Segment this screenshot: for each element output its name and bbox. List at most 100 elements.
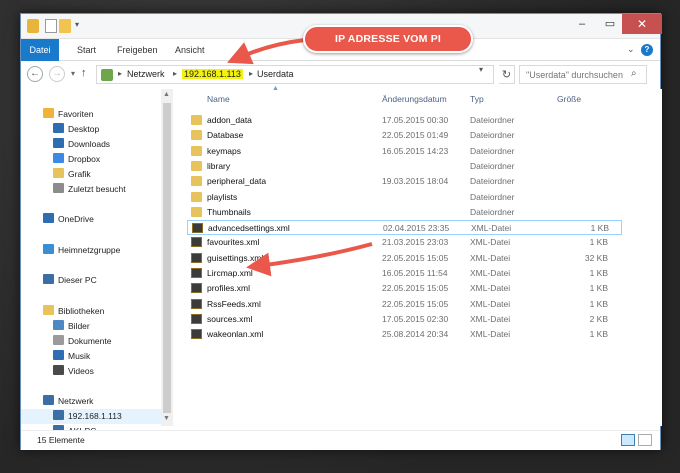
nav-item-dokumente[interactable]: Dokumente [21,334,161,349]
nav-item-label: Desktop [68,124,100,134]
file-row[interactable]: addon_data 17.05.2015 00:30 Dateiordner [187,113,622,128]
status-bar: 15 Elemente [21,430,660,450]
folder-icon [191,206,202,217]
nav-item-dieser-pc[interactable]: Dieser PC [21,273,161,288]
expand-ribbon-icon[interactable]: ⌄ [627,44,635,55]
column-header-name[interactable]: Name [207,90,230,108]
annotation-callout: IP ADRESSE VOM PI [303,25,473,53]
file-row[interactable]: guisettings.xml 22.05.2015 15:05 XML-Datei… [187,251,622,266]
file-row[interactable]: profiles.xml 22.05.2015 15:05 XML-Datei 1 K… [187,281,622,296]
refresh-button[interactable]: ↻ [499,65,515,84]
breadcrumb-ip-address[interactable]: 192.168.1.113 [182,69,243,79]
scroll-down-icon[interactable]: ▼ [163,415,170,422]
nav-item-label: Videos [68,366,94,376]
file-date: 16.05.2015 11:54 [382,268,448,278]
column-header-type[interactable]: Typ [470,90,484,108]
file-row[interactable]: advancedsettings.xml 02.04.2015 23:35 XML-… [187,220,622,236]
nav-item-label: Dieser PC [58,275,97,285]
address-row: ← → ▾ ↑ ▸ Netzwerk ▸ 192.168.1.113 ▸ Use… [21,61,660,89]
nav-item-label: Bilder [68,321,90,331]
nav-item-desktop[interactable]: Desktop [21,122,161,137]
recent-icon [53,183,64,193]
file-date: 25.08.2014 20:34 [382,329,449,340]
file-type: XML-Datei [471,223,512,234]
folder-icon [53,168,64,178]
file-row[interactable]: sources.xml 17.05.2015 02:30 XML-Datei 2 KB [187,312,622,327]
breadcrumb-network[interactable]: Netzwerk [127,69,165,79]
close-button[interactable]: ✕ [622,14,662,34]
maximize-button[interactable]: ▭ [596,14,624,34]
file-type: Dateiordner [470,130,515,141]
file-name: Lircmap.xml [207,268,253,278]
nav-scrollbar[interactable]: ▲ ▼ [161,89,173,426]
file-row[interactable]: library Dateiordner [187,159,622,174]
file-date: 22.05.2015 15:05 [382,252,449,263]
file-type: XML-Datei [470,268,511,278]
pictures-icon [53,320,64,330]
nav-item-heimnetzgruppe[interactable]: Heimnetzgruppe [21,243,161,258]
nav-item-label: OneDrive [58,214,94,224]
column-header-size[interactable]: Größe [557,90,581,108]
back-button[interactable]: ← [27,66,43,82]
xml-file-icon [191,313,202,324]
search-input[interactable] [519,65,647,84]
file-row[interactable]: Lircmap.xml 16.05.2015 11:54 XML-Datei 1 KB [187,266,622,281]
file-date: 22.05.2015 15:05 [382,298,449,309]
up-button[interactable]: ↑ [81,67,87,79]
column-header-date[interactable]: Änderungsdatum [382,90,447,108]
file-row[interactable]: RssFeeds.xml 22.05.2015 15:05 XML-Datei 1 K… [187,297,622,312]
address-bar[interactable]: ▸ Netzwerk ▸ 192.168.1.113 ▸ Userdata [96,65,494,84]
nav-item-zuletzt-besucht[interactable]: Zuletzt besucht [21,182,161,197]
address-dropdown-icon[interactable]: ▾ [479,65,483,74]
cloud-icon [43,213,54,223]
tab-start[interactable]: Start [77,39,96,61]
help-icon[interactable]: ? [641,44,653,56]
file-row[interactable]: peripheral_data 19.03.2015 18:04 Dateiordn… [187,174,622,189]
quick-access-dropdown-icon[interactable]: ▾ [75,20,83,34]
nav-item-downloads[interactable]: Downloads [21,137,161,152]
nav-item-videos[interactable]: Videos [21,364,161,379]
breadcrumb-separator-icon[interactable]: ▸ [118,69,122,78]
details-view-button[interactable] [621,434,635,446]
file-type: Dateiordner [470,115,515,125]
nav-item-favoriten[interactable]: Favoriten [21,107,161,122]
nav-item-dropbox[interactable]: Dropbox [21,152,161,167]
recent-locations-icon[interactable]: ▾ [71,69,75,78]
breadcrumb-userdata[interactable]: Userdata [257,69,294,79]
large-icons-view-button[interactable] [638,434,652,446]
tab-file[interactable]: Datei [21,39,59,61]
nav-item-bibliotheken[interactable]: Bibliotheken [21,304,161,319]
tab-share[interactable]: Freigeben [117,39,158,61]
file-type: Dateiordner [470,206,515,217]
file-date: 17.05.2015 00:30 [382,115,449,125]
nav-item-musik[interactable]: Musik [21,349,161,364]
file-row[interactable]: Thumbnails Dateiordner [187,205,622,220]
properties-icon[interactable] [45,19,57,33]
minimize-button[interactable]: – [568,14,596,34]
file-size: 1 KB [589,268,608,278]
file-row[interactable]: keymaps 16.05.2015 14:23 Dateiordner [187,144,622,159]
nav-item-label: Favoriten [58,109,94,119]
file-row[interactable]: Database 22.05.2015 01:49 Dateiordner [187,128,622,143]
file-row[interactable]: playlists Dateiordner [187,190,622,205]
file-row[interactable]: favourites.xml 21.03.2015 23:03 XML-Datei 1… [187,235,622,250]
scroll-up-icon[interactable]: ▲ [163,91,170,98]
file-name: library [207,160,231,171]
breadcrumb-separator-icon[interactable]: ▸ [173,69,177,78]
music-icon [53,350,64,360]
nav-item-grafik[interactable]: Grafik [21,167,161,182]
file-type: XML-Datei [470,252,511,263]
nav-item-onedrive[interactable]: OneDrive [21,212,161,227]
nav-item-label: Dropbox [68,154,101,164]
new-folder-icon[interactable] [59,19,71,33]
nav-item-bilder[interactable]: Bilder [21,319,161,334]
search-icon[interactable]: ⌕ [631,68,637,79]
nav-item-192-168-1-113[interactable]: 192.168.1.113 [21,409,161,424]
file-row[interactable]: wakeonlan.xml 25.08.2014 20:34 XML-Datei 1 … [187,327,622,342]
tab-view[interactable]: Ansicht [175,39,205,61]
breadcrumb-separator-icon[interactable]: ▸ [249,69,253,78]
forward-button[interactable]: → [49,66,65,82]
nav-item-netzwerk[interactable]: Netzwerk [21,394,161,409]
scroll-thumb[interactable] [163,103,171,413]
xml-file-icon [191,298,202,309]
